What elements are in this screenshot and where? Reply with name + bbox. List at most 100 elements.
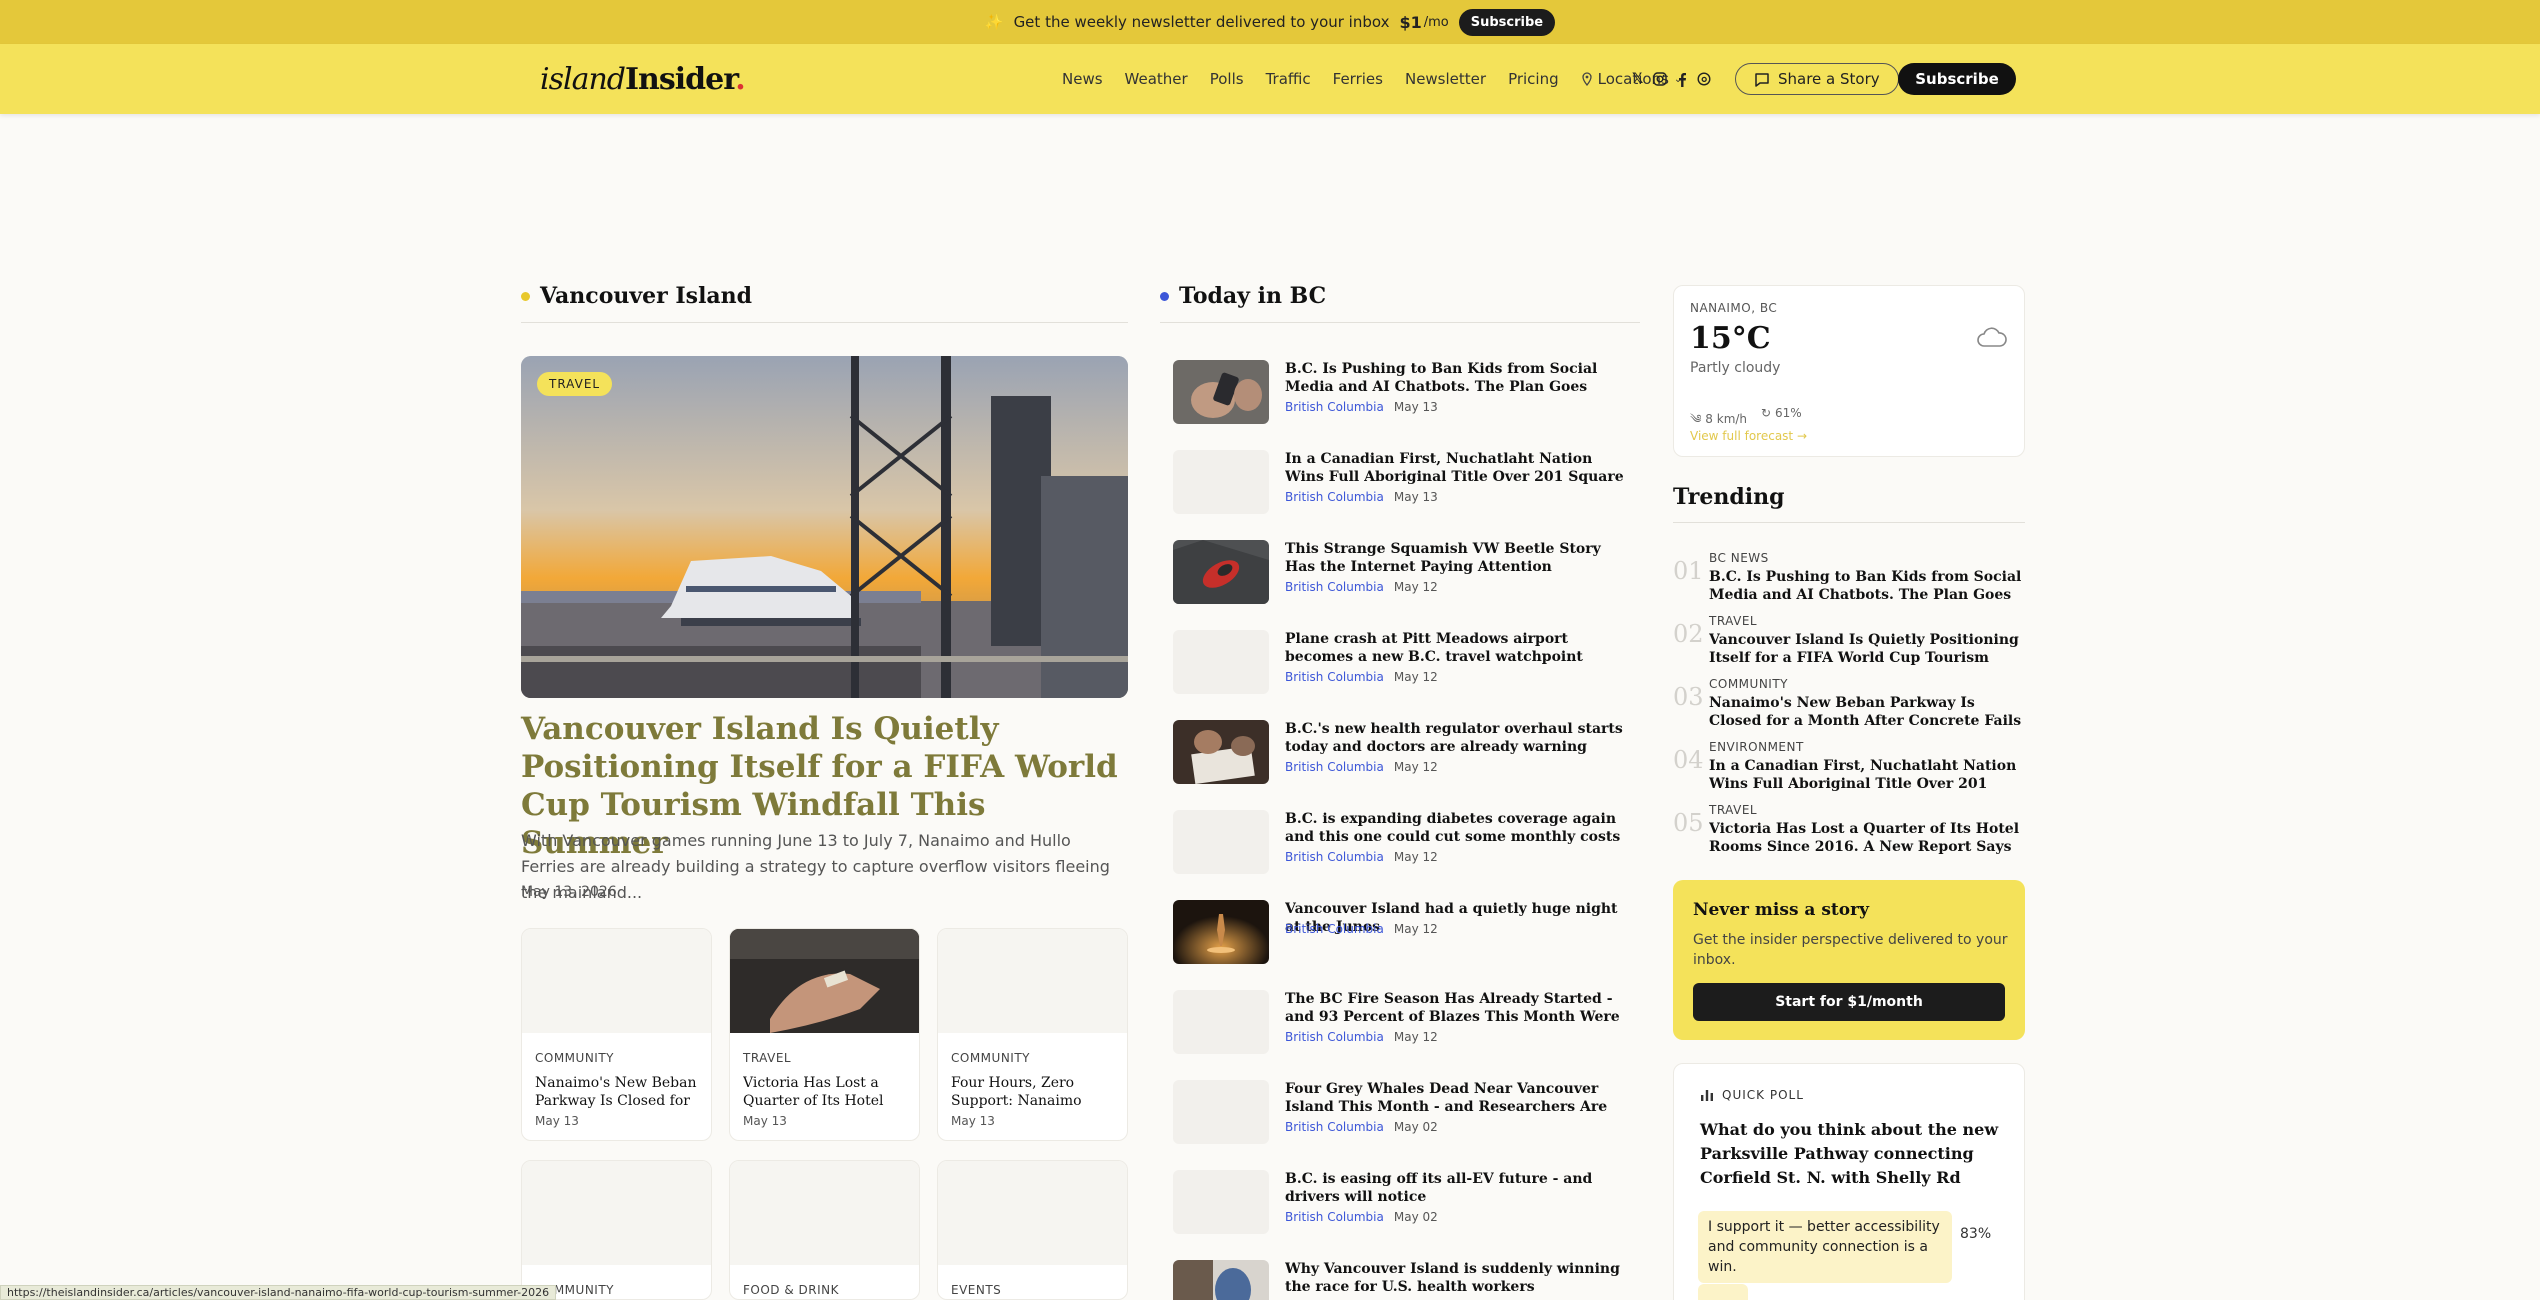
humidity-value: 61% [1774, 406, 1802, 420]
site-logo[interactable]: islandInsider. [540, 62, 746, 97]
today-list-item[interactable]: B.C. Is Pushing to Ban Kids from Social … [1173, 360, 1633, 440]
weather-temperature: 15°C [1690, 321, 1771, 356]
quick-poll: QUICK POLL What do you think about the n… [1673, 1063, 2025, 1300]
instagram-icon[interactable] [1653, 72, 1667, 86]
header-subscribe-button[interactable]: Subscribe [1898, 63, 2016, 95]
today-region[interactable]: British Columbia [1285, 850, 1384, 864]
today-thumbnail [1173, 990, 1269, 1054]
trending-item[interactable]: 01 BC NEWS B.C. Is Pushing to Ban Kids f… [1673, 551, 2025, 613]
today-title[interactable]: Why Vancouver Island is suddenly winning… [1285, 1260, 1630, 1296]
story-card[interactable]: COMMUNITY Four Hours, Zero Support: Nana… [937, 928, 1128, 1141]
today-list-item[interactable]: Why Vancouver Island is suddenly winning… [1173, 1260, 1633, 1300]
today-meta: British Columbia May 02 [1285, 1210, 1438, 1224]
trending-item[interactable]: 03 COMMUNITY Nanaimo's New Beban Parkway… [1673, 677, 2025, 739]
vancouver-heading-label: Vancouver Island [540, 283, 753, 309]
weather-widget[interactable]: NANAIMO, BC 15°C Partly cloudy ༄ 8 km/h … [1673, 285, 2025, 457]
story-card[interactable]: COMMUNITY [521, 1160, 712, 1300]
today-list-item[interactable]: B.C.'s new health regulator overhaul sta… [1173, 720, 1633, 800]
today-list-item[interactable]: Vancouver Island had a quietly huge nigh… [1173, 900, 1633, 980]
nav-weather[interactable]: Weather [1125, 70, 1188, 88]
card-title[interactable]: Four Hours, Zero Support: Nanaimo Reside… [951, 1074, 1114, 1110]
nav-traffic[interactable]: Traffic [1266, 70, 1311, 88]
facebook-icon[interactable] [1677, 72, 1687, 87]
trending-title[interactable]: Nanaimo's New Beban Parkway Is Closed fo… [1709, 694, 2025, 730]
poll-option-percent: 83% [1960, 1226, 1992, 1242]
today-list-item[interactable]: The BC Fire Season Has Already Started -… [1173, 990, 1633, 1070]
today-title[interactable]: B.C. Is Pushing to Ban Kids from Social … [1285, 360, 1630, 396]
trending-category: BC NEWS [1709, 551, 1769, 565]
hero-category-tag[interactable]: TRAVEL [537, 372, 613, 396]
logo-italic: island [540, 62, 626, 97]
trending-title[interactable]: B.C. Is Pushing to Ban Kids from Social … [1709, 568, 2025, 604]
poll-option[interactable] [1698, 1284, 1748, 1300]
doctor-paperwork-photo [1173, 720, 1269, 784]
promo-subscribe-button[interactable]: Subscribe [1458, 8, 1556, 36]
today-list-item[interactable]: Four Grey Whales Dead Near Vancouver Isl… [1173, 1080, 1633, 1160]
today-region[interactable]: British Columbia [1285, 400, 1384, 414]
today-thumbnail [1173, 720, 1269, 784]
nav-polls[interactable]: Polls [1210, 70, 1244, 88]
today-region[interactable]: British Columbia [1285, 1030, 1384, 1044]
today-list-item[interactable]: B.C. is expanding diabetes coverage agai… [1173, 810, 1633, 890]
newsletter-start-button[interactable]: Start for $1/month [1693, 983, 2005, 1021]
today-region[interactable]: British Columbia [1285, 670, 1384, 684]
nav-pricing[interactable]: Pricing [1508, 70, 1559, 88]
today-thumbnail [1173, 1170, 1269, 1234]
today-title[interactable]: B.C. is expanding diabetes coverage agai… [1285, 810, 1630, 846]
card-title[interactable]: Victoria Has Lost a Quarter of Its Hotel… [743, 1074, 906, 1110]
today-meta: British Columbia May 12 [1285, 670, 1438, 684]
trending-item[interactable]: 05 TRAVEL Victoria Has Lost a Quarter of… [1673, 803, 2025, 865]
card-category: FOOD & DRINK [743, 1283, 839, 1297]
share-story-button[interactable]: Share a Story [1735, 63, 1899, 95]
hero-image[interactable]: TRAVEL [521, 356, 1128, 698]
nav-news[interactable]: News [1062, 70, 1103, 88]
newsletter-promo: Never miss a story Get the insider persp… [1673, 880, 2025, 1040]
x-icon[interactable]: 𝕏 [1632, 71, 1643, 87]
nav-ferries[interactable]: Ferries [1333, 70, 1383, 88]
poll-question: What do you think about the new Parksvil… [1700, 1120, 1999, 1187]
humidity-icon: ↻ [1761, 406, 1772, 420]
today-region[interactable]: British Columbia [1285, 580, 1384, 594]
today-list-item[interactable]: In a Canadian First, Nuchatlaht Nation W… [1173, 450, 1633, 530]
today-list-item[interactable]: B.C. is easing off its all-EV future - a… [1173, 1170, 1633, 1250]
today-date: May 13 [1393, 400, 1438, 414]
trending-item[interactable]: 02 TRAVEL Vancouver Island Is Quietly Po… [1673, 614, 2025, 676]
today-list-item[interactable]: Plane crash at Pitt Meadows airport beco… [1173, 630, 1633, 710]
today-region[interactable]: British Columbia [1285, 922, 1384, 936]
trending-title[interactable]: Victoria Has Lost a Quarter of Its Hotel… [1709, 820, 2025, 856]
today-region[interactable]: British Columbia [1285, 1210, 1384, 1224]
today-list-item[interactable]: This Strange Squamish VW Beetle Story Ha… [1173, 540, 1633, 620]
story-card[interactable]: EVENTS [937, 1160, 1128, 1300]
sparkle-icon: ✨ [984, 13, 1004, 31]
poll-option[interactable]: I support it — better accessibility and … [1698, 1211, 1952, 1283]
full-forecast-link[interactable]: View full forecast → [1690, 429, 1807, 443]
threads-icon[interactable] [1697, 72, 1711, 86]
today-title[interactable]: B.C.'s new health regulator overhaul sta… [1285, 720, 1630, 756]
today-title[interactable]: In a Canadian First, Nuchatlaht Nation W… [1285, 450, 1630, 486]
trending-title[interactable]: In a Canadian First, Nuchatlaht Nation W… [1709, 757, 2025, 793]
nav-newsletter[interactable]: Newsletter [1405, 70, 1486, 88]
story-card[interactable]: COMMUNITY Nanaimo's New Beban Parkway Is… [521, 928, 712, 1141]
today-region[interactable]: British Columbia [1285, 760, 1384, 774]
today-date: May 02 [1393, 1210, 1438, 1224]
card-thumbnail [522, 929, 711, 1033]
pin-icon [1581, 72, 1592, 86]
today-title[interactable]: Four Grey Whales Dead Near Vancouver Isl… [1285, 1080, 1630, 1116]
story-card[interactable]: TRAVEL Victoria Has Lost a Quarter of It… [729, 928, 920, 1141]
health-worker-photo [1173, 1260, 1269, 1300]
today-title[interactable]: This Strange Squamish VW Beetle Story Ha… [1285, 540, 1630, 576]
today-meta: British Columbia May 12 [1285, 922, 1438, 936]
vancouver-divider [521, 322, 1128, 323]
today-title[interactable]: The BC Fire Season Has Already Started -… [1285, 990, 1630, 1026]
today-title[interactable]: Plane crash at Pitt Meadows airport beco… [1285, 630, 1630, 666]
today-region[interactable]: British Columbia [1285, 490, 1384, 504]
card-category: EVENTS [951, 1283, 1002, 1297]
card-title[interactable]: Nanaimo's New Beban Parkway Is Closed fo… [535, 1074, 698, 1110]
trending-title[interactable]: Vancouver Island Is Quietly Positioning … [1709, 631, 2025, 667]
trending-rank: 02 [1673, 620, 1704, 648]
story-card[interactable]: FOOD & DRINK [729, 1160, 920, 1300]
today-title[interactable]: B.C. is easing off its all-EV future - a… [1285, 1170, 1630, 1206]
today-date: May 12 [1393, 670, 1438, 684]
today-region[interactable]: British Columbia [1285, 1120, 1384, 1134]
trending-item[interactable]: 04 ENVIRONMENT In a Canadian First, Nuch… [1673, 740, 2025, 802]
